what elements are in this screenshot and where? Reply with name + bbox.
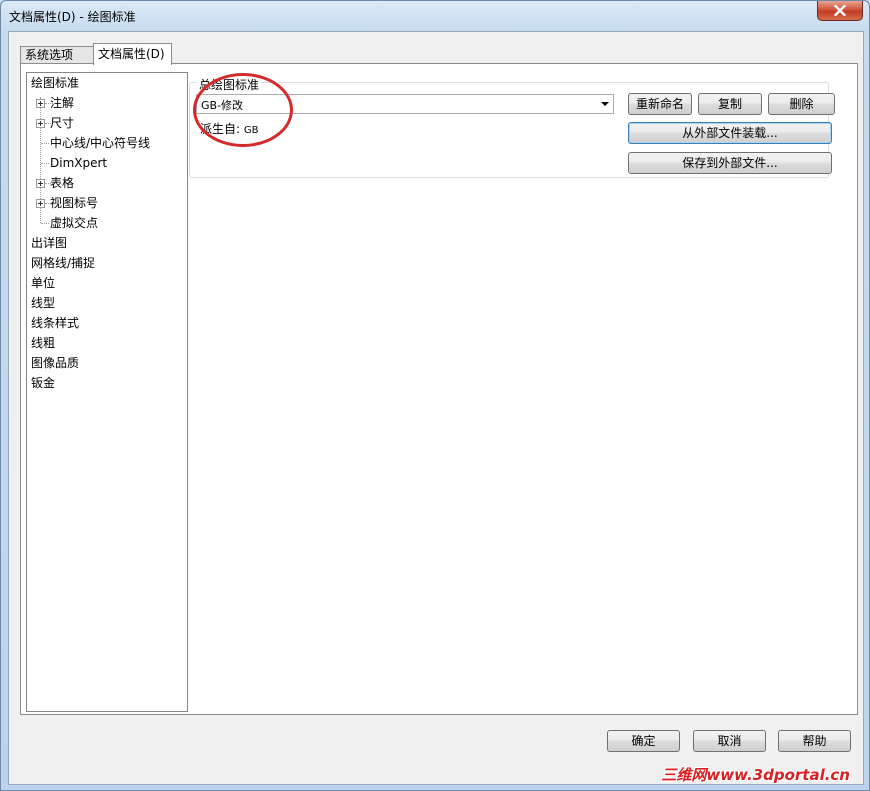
close-icon [834, 5, 846, 16]
tree-item-label: 尺寸 [50, 116, 75, 130]
standard-select-value: GB-修改 [201, 99, 244, 112]
tree-item-grid-snap[interactable]: 网格线/捕捉 [31, 253, 95, 273]
tree-item-line-style[interactable]: 线条样式 [31, 313, 79, 333]
copy-button[interactable]: 复制 [698, 93, 762, 115]
tree-item-label: 线型 [31, 296, 56, 310]
tree-connector [41, 223, 49, 224]
tree-item-tables[interactable]: 表格 [50, 173, 74, 193]
tree-item-label: 表格 [50, 176, 75, 190]
tree-item-annotations[interactable]: 注解 [50, 93, 74, 113]
derived-from-label: 派生自: [200, 122, 241, 136]
tab-system-options[interactable]: 系统选项(S) [20, 46, 94, 79]
expand-plus-icon[interactable] [36, 199, 45, 208]
title-bar[interactable]: 文档属性(D) - 绘图标准 [1, 1, 869, 31]
tree-item-label: 虚拟交点 [50, 216, 99, 230]
load-from-file-button[interactable]: 从外部文件装载... [628, 122, 832, 144]
tree-item-label: 钣金 [31, 376, 56, 390]
tree-item-label: 单位 [31, 276, 56, 290]
save-to-file-button[interactable]: 保存到外部文件... [628, 152, 832, 174]
tab-label: 文档属性(D) [98, 47, 165, 61]
tree-item-units[interactable]: 单位 [31, 273, 55, 293]
tree-item-view-labels[interactable]: 视图标号 [50, 193, 98, 213]
tree-item-centerlines[interactable]: 中心线/中心符号线 [50, 133, 150, 153]
tree-item-dimxpert[interactable]: DimXpert [50, 153, 107, 173]
rename-button[interactable]: 重新命名 [628, 93, 692, 115]
standard-select[interactable]: GB-修改 [196, 94, 614, 114]
tab-document-properties[interactable]: 文档属性(D) [93, 43, 172, 65]
tree-item-line-font[interactable]: 线型 [31, 293, 55, 313]
tree-item-dimensions[interactable]: 尺寸 [50, 113, 74, 133]
tree-item-label: 出详图 [31, 236, 68, 250]
dialog-window: 文档属性(D) - 绘图标准 系统选项(S) 文档属性(D) 绘图标准 [0, 0, 870, 791]
options-tree[interactable]: 绘图标准 注解 尺寸 中心线/中心符号线 DimXpert 表格 视图标号 虚拟… [26, 72, 188, 712]
tree-item-label: 视图标号 [50, 196, 99, 210]
tree-item-image-quality[interactable]: 图像品质 [31, 353, 79, 373]
window-title: 文档属性(D) - 绘图标准 [9, 10, 136, 24]
tree-item-label: 图像品质 [31, 356, 80, 370]
tree-item-label: 网格线/捕捉 [31, 256, 96, 270]
derived-from-value: GB [243, 125, 259, 136]
dialog-client-area: 系统选项(S) 文档属性(D) 绘图标准 注解 尺寸 [8, 31, 864, 785]
delete-button[interactable]: 删除 [768, 93, 835, 115]
tree-item-detailing[interactable]: 出详图 [31, 233, 67, 253]
group-label: 总绘图标准 [197, 76, 262, 93]
expand-plus-icon[interactable] [36, 119, 45, 128]
tree-item-label: 线粗 [31, 336, 56, 350]
expand-plus-icon[interactable] [36, 179, 45, 188]
cancel-button[interactable]: 取消 [693, 730, 766, 752]
tree-item-sheet-metal[interactable]: 钣金 [31, 373, 55, 393]
tree-item-label: DimXpert [50, 156, 108, 170]
tree-connector [41, 143, 49, 144]
ok-button[interactable]: 确定 [607, 730, 680, 752]
tree-connector [41, 163, 49, 164]
tree-item-label: 线条样式 [31, 316, 80, 330]
tree-item-line-thickness[interactable]: 线粗 [31, 333, 55, 353]
tree-item-label: 中心线/中心符号线 [50, 136, 151, 150]
derived-from: 派生自: GB [200, 120, 258, 137]
tree-item-label: 绘图标准 [31, 76, 80, 90]
tree-item-drafting-standard[interactable]: 绘图标准 [31, 73, 79, 93]
close-button[interactable] [817, 1, 863, 21]
tree-item-virtual-sharps[interactable]: 虚拟交点 [50, 213, 98, 233]
tree-item-label: 注解 [50, 96, 75, 110]
site-watermark: 三维网www.3dportal.cn [661, 766, 850, 784]
dropdown-arrow-icon [601, 102, 609, 106]
expand-plus-icon[interactable] [36, 99, 45, 108]
help-button[interactable]: 帮助 [778, 730, 851, 752]
